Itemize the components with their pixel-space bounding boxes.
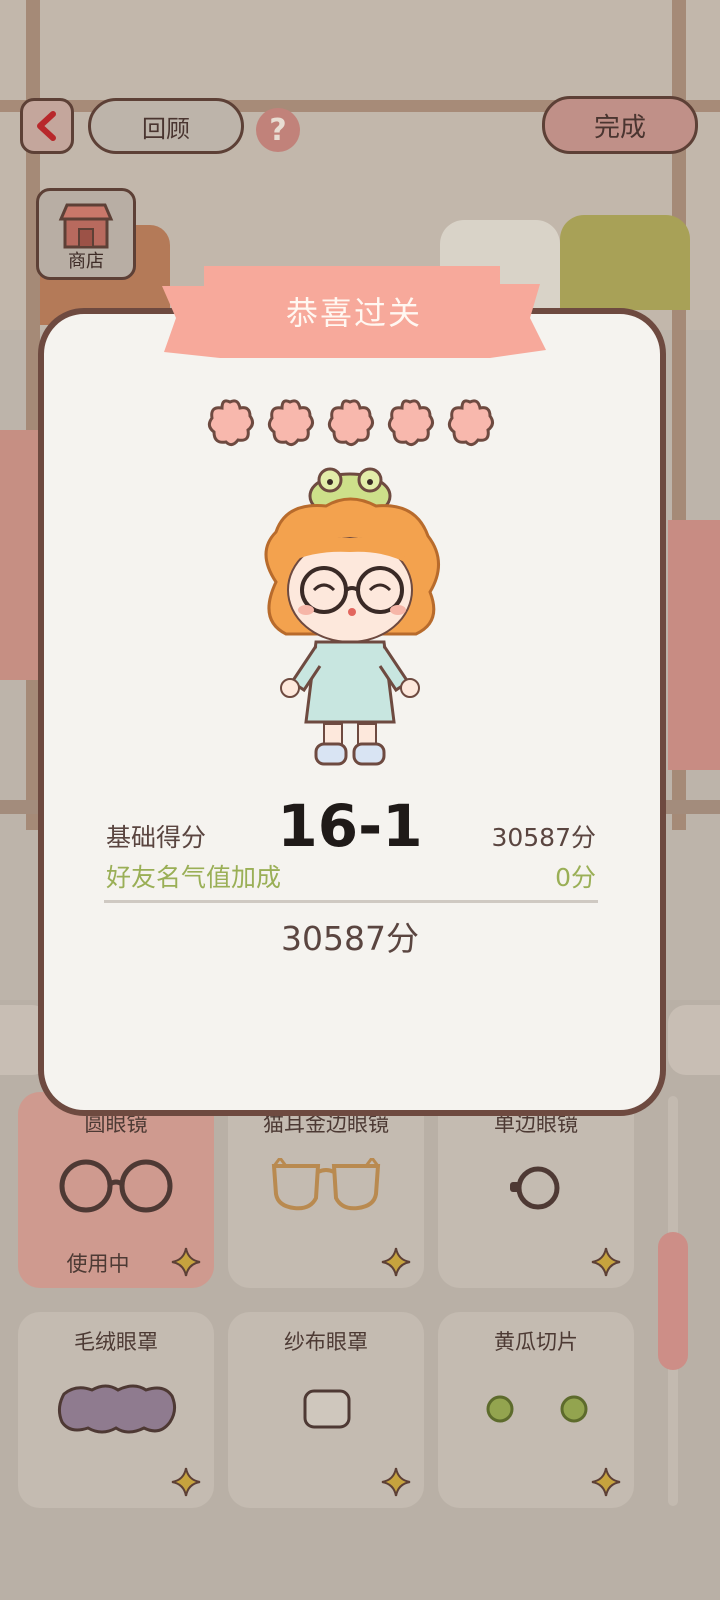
star-rating [204,396,504,448]
flower-star-icon [267,399,315,447]
total-score: 30587分 [281,919,419,958]
flower-star-icon [327,399,375,447]
friend-bonus-value: 0分 [555,863,596,892]
flower-star-icon [387,399,435,447]
base-score-value: 30587分 [491,823,596,852]
base-score-label: 基础得分 [106,823,207,852]
friend-bonus-label: 好友名气值加成 [106,863,282,892]
dialog-title: 恭喜过关 [285,294,422,332]
level-number: 16-1 [277,792,423,860]
score-divider [104,900,598,903]
character-avatar [264,467,440,766]
flower-star-icon [447,399,495,447]
flower-star-icon [207,399,255,447]
